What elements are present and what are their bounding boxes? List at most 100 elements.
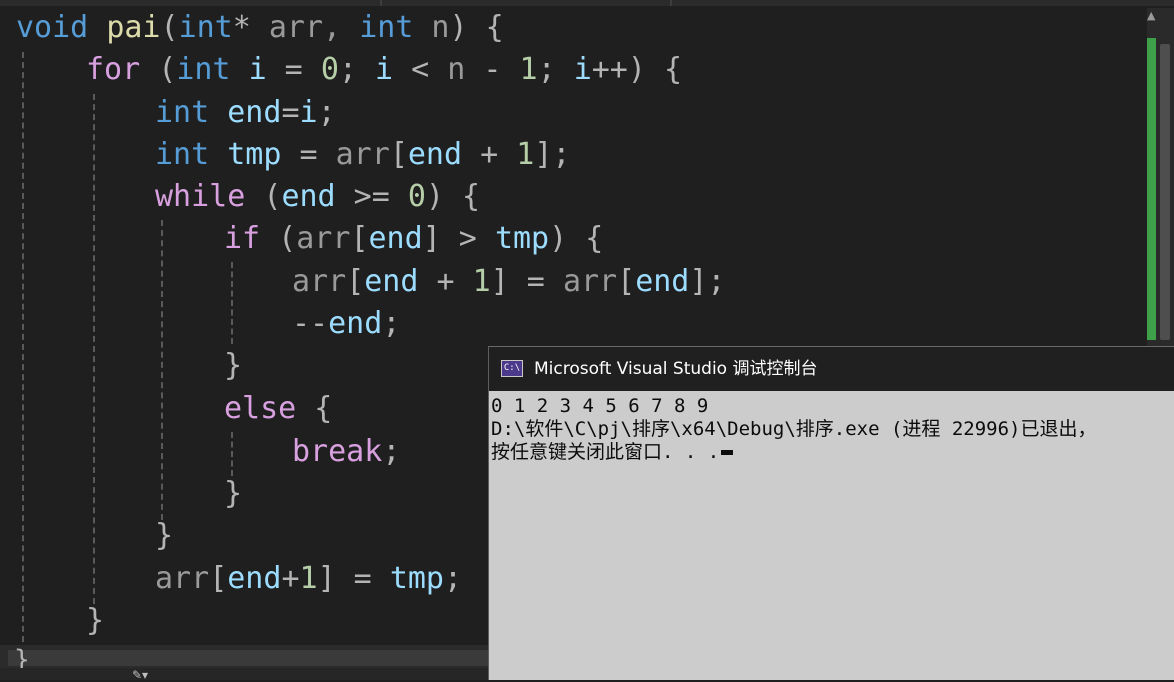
indent-guide <box>231 432 233 476</box>
punctuation: [ <box>346 264 365 299</box>
code-line[interactable]: arr[end+1] = tmp; <box>155 559 462 599</box>
strip-divider <box>380 0 382 6</box>
variable: end <box>281 179 336 214</box>
code-line[interactable]: } <box>155 516 173 556</box>
number: 0 <box>407 179 426 214</box>
console-title: Microsoft Visual Studio 调试控制台 <box>534 359 818 379</box>
punctuation: } <box>155 518 174 553</box>
text-cursor <box>721 450 734 455</box>
keyword: int <box>176 52 231 87</box>
variable: end <box>407 137 463 172</box>
punctuation: ; <box>382 434 401 469</box>
operator: + <box>462 137 517 172</box>
number: 1 <box>299 561 318 596</box>
indent-guide <box>161 220 163 520</box>
punctuation: { <box>296 391 333 426</box>
variable: tmp <box>227 137 282 172</box>
keyword: else <box>224 391 297 426</box>
punctuation: [ <box>209 561 228 596</box>
code-line[interactable]: void pai(int* arr, int n) { <box>16 8 504 48</box>
console-prompt-text: 按任意键关闭此窗口. . . <box>491 441 720 463</box>
punctuation: ) { <box>627 52 683 87</box>
strip-divider <box>670 0 672 6</box>
scroll-up-arrow-icon[interactable]: ▲ <box>1147 10 1159 22</box>
parameter: n <box>413 10 450 45</box>
punctuation: ] = <box>317 561 390 596</box>
indent-guide <box>22 52 24 642</box>
horizontal-scrollbar[interactable] <box>8 650 488 666</box>
punctuation: ] = <box>490 264 563 299</box>
punctuation: ( <box>245 179 282 214</box>
parameter: n <box>447 52 466 87</box>
variable: i <box>248 52 267 87</box>
code-line[interactable]: if (arr[end] > tmp) { <box>224 219 603 259</box>
punctuation: } <box>86 603 105 638</box>
keyword: while <box>155 179 246 214</box>
punctuation: ) { <box>425 179 481 214</box>
punctuation: } <box>224 476 243 511</box>
code-line[interactable]: } <box>86 601 104 641</box>
operator: - <box>465 52 520 87</box>
parameter: arr <box>296 221 351 256</box>
console-output-line: D:\软件\C\pj\排序\x64\Debug\排序.exe (进程 22996… <box>491 418 1097 440</box>
number: 1 <box>519 52 538 87</box>
scrollbar-thumb[interactable] <box>1160 44 1170 340</box>
parameter: arr <box>335 137 390 172</box>
operator: = <box>281 137 336 172</box>
variable: end <box>364 264 419 299</box>
keyword: int <box>359 10 414 45</box>
punctuation: ; <box>444 561 463 596</box>
operator: + <box>281 561 300 596</box>
punctuation: ; <box>382 306 401 341</box>
variable: end <box>328 306 383 341</box>
keyword: break <box>292 434 383 469</box>
operator: = <box>281 95 300 130</box>
function-name: pai <box>106 10 161 45</box>
variable: i <box>573 52 592 87</box>
debug-console-window[interactable]: C:\ Microsoft Visual Studio 调试控制台 0 1 2 … <box>488 346 1174 680</box>
punctuation: ] > <box>422 221 495 256</box>
punctuation: ]; <box>534 137 571 172</box>
variable: i <box>375 52 394 87</box>
operator: -- <box>292 306 329 341</box>
variable: tmp <box>494 221 550 256</box>
keyword: void <box>16 10 89 45</box>
punctuation: ( <box>260 221 297 256</box>
parameter: arr, <box>250 10 360 45</box>
code-line[interactable]: for (int i = 0; i < n - 1; i++) { <box>86 50 682 90</box>
operator: * <box>232 10 251 45</box>
parameter: arr <box>562 264 618 299</box>
code-line[interactable]: arr[end + 1] = arr[end]; <box>292 262 726 302</box>
punctuation: ) { <box>449 10 504 45</box>
code-line[interactable]: --end; <box>292 304 400 344</box>
variable: end <box>635 264 690 299</box>
number: 0 <box>320 52 339 87</box>
indent-guide <box>231 262 233 344</box>
number: 1 <box>516 137 535 172</box>
code-line[interactable]: int end=i; <box>155 93 336 133</box>
keyword: for <box>86 52 141 87</box>
code-line[interactable]: break; <box>292 432 400 472</box>
code-line[interactable]: } <box>224 346 242 386</box>
punctuation: [ <box>350 221 369 256</box>
number: 1 <box>472 264 491 299</box>
console-titlebar[interactable]: C:\ Microsoft Visual Studio 调试控制台 <box>489 347 1174 391</box>
punctuation: ; <box>317 95 336 130</box>
editor-top-strip <box>0 0 1174 6</box>
variable: end <box>368 221 423 256</box>
keyword: int <box>178 10 233 45</box>
code-line[interactable]: while (end >= 0) { <box>155 177 480 217</box>
punctuation: ; <box>338 52 375 87</box>
code-line[interactable]: int tmp = arr[end + 1]; <box>155 135 570 175</box>
code-line[interactable]: } <box>224 474 242 514</box>
punctuation: ]; <box>689 264 726 299</box>
operator: = <box>266 52 321 87</box>
change-tracking-bar <box>1147 38 1156 340</box>
parameter: arr <box>155 561 210 596</box>
code-line[interactable]: else { <box>224 389 332 429</box>
punctuation: ; <box>537 52 574 87</box>
punctuation: } <box>224 348 243 383</box>
operator: + <box>418 264 473 299</box>
